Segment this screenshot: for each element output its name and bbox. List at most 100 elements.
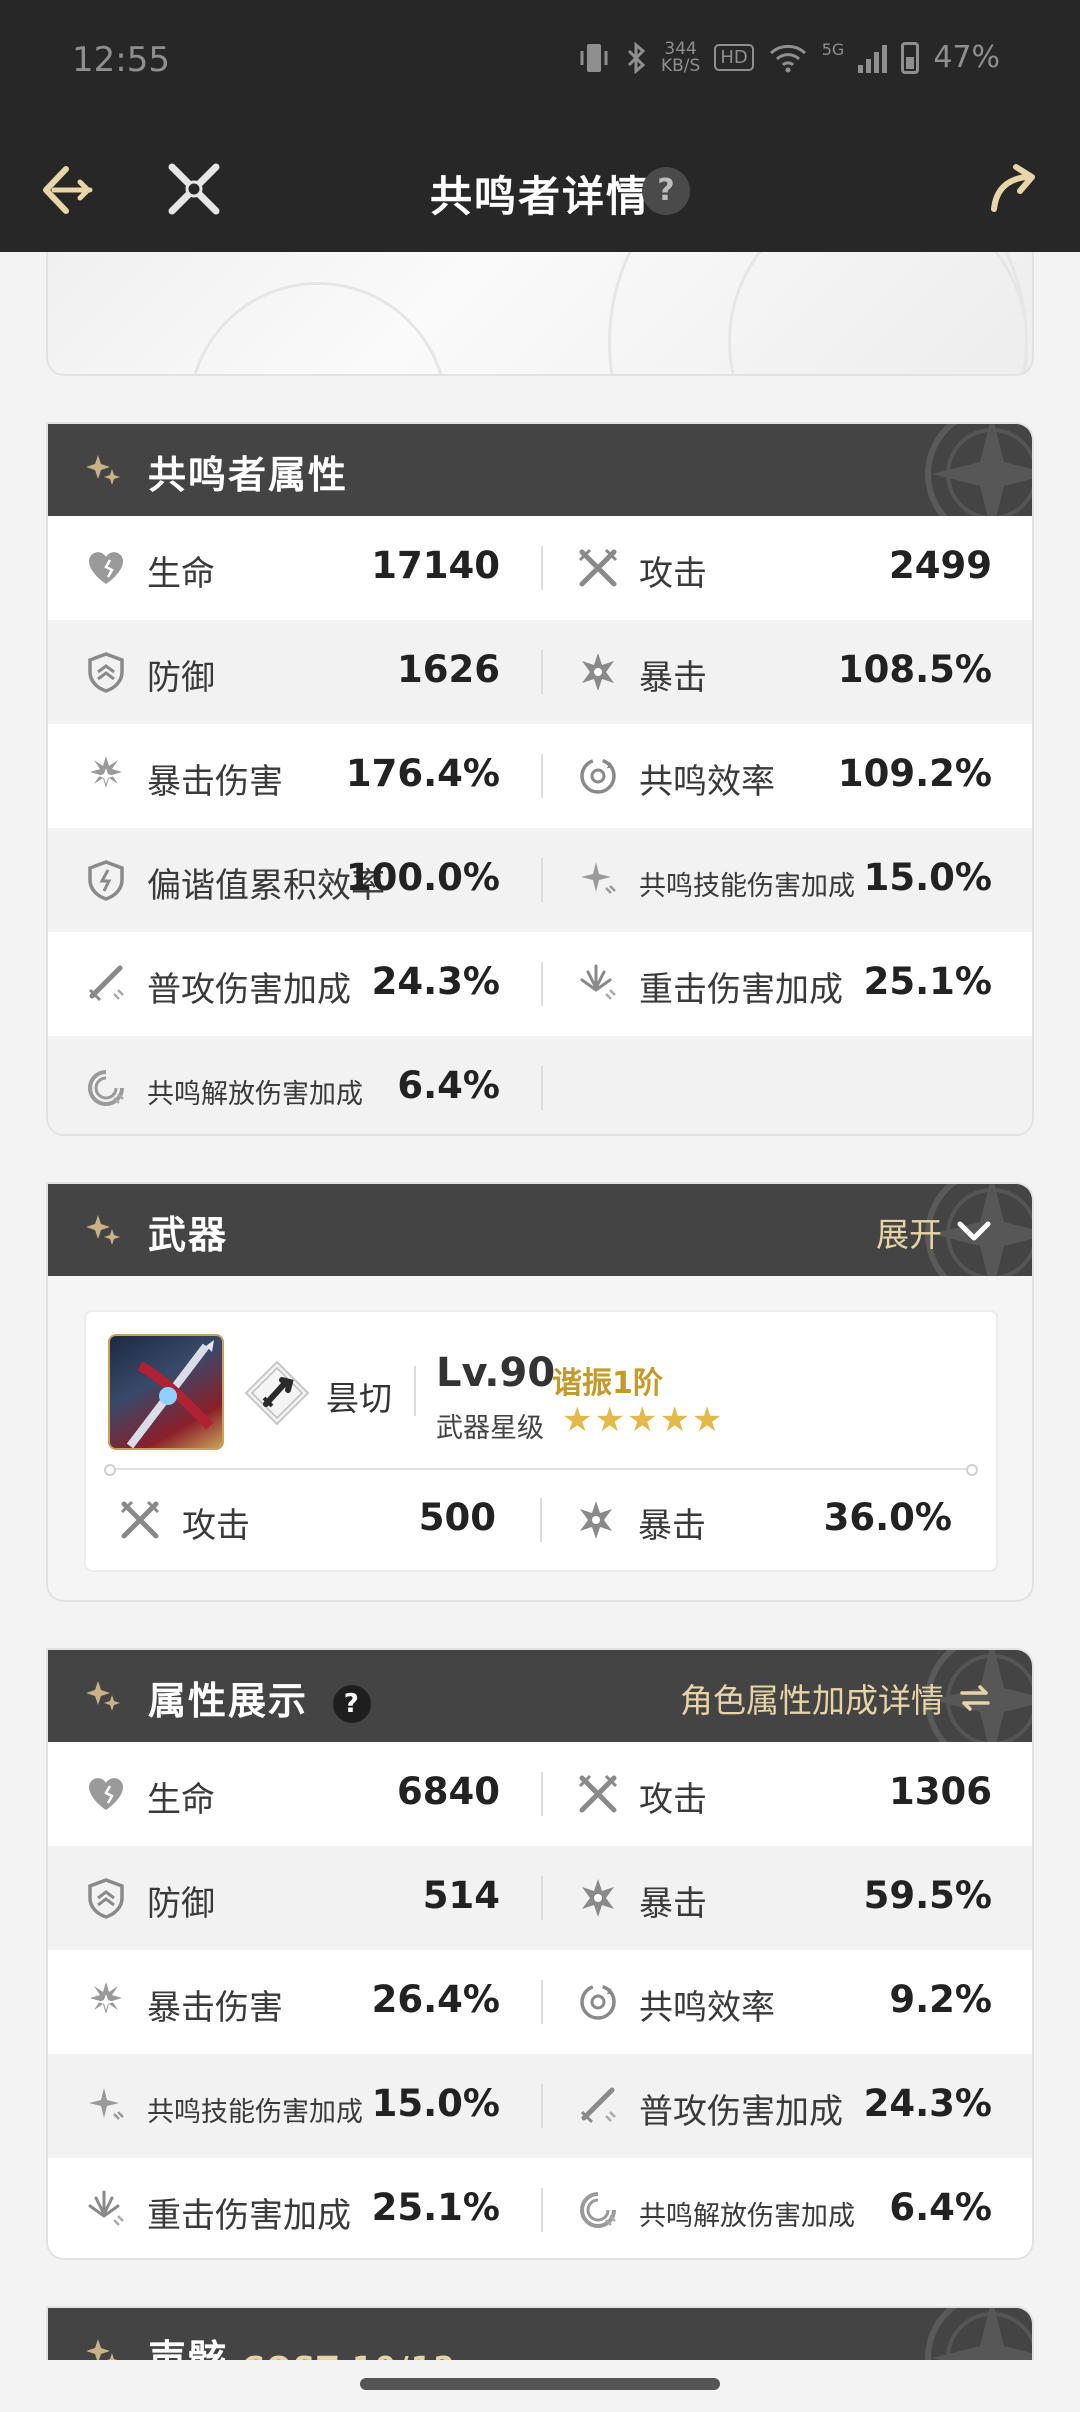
attribute-value: 6.4%	[889, 2186, 992, 2229]
attribute-cell: 生命 17140	[48, 516, 540, 620]
page-title: 共鸣者详情	[429, 172, 650, 221]
stat-label: 暴击	[638, 1506, 706, 1546]
weapon-rank: 谐振1阶	[552, 1366, 663, 1401]
attribute-value: 108.5%	[837, 648, 992, 691]
attribute-cell: 共鸣效率 109.2%	[540, 724, 1032, 828]
home-indicator[interactable]	[360, 2378, 720, 2390]
energy-regen-icon	[576, 754, 620, 798]
basic-attack-icon	[576, 2084, 620, 2128]
attribute-row: 偏谐值累积效率 100.0% 共鸣技能伤害加成 15.0%	[48, 828, 1032, 932]
help-button[interactable]: ?	[333, 1684, 372, 1723]
divider	[541, 1066, 543, 1110]
attribute-value: 1306	[889, 1770, 992, 1813]
resonator-attributes-section: 共鸣者属性 生命 17140 攻击 2499 防御 1626 暴击 108.5% 暴击伤害 176…	[46, 422, 1034, 1136]
attribute-cell: 共鸣效率 9.2%	[540, 1950, 1032, 2054]
sparkle-icon	[84, 1677, 124, 1717]
divider	[541, 962, 543, 1006]
attribute-cell: 共鸣解放伤害加成 6.4%	[540, 2158, 1032, 2258]
status-time: 12:55	[72, 40, 170, 80]
attribute-value: 2499	[889, 544, 992, 587]
divider	[541, 1980, 543, 2024]
stat-value: 36.0%	[823, 1496, 952, 1539]
expand-button[interactable]: 展开	[876, 1208, 992, 1256]
heart-icon	[84, 1772, 128, 1816]
attribute-value: 26.4%	[371, 1978, 500, 2021]
attribute-cell: 攻击 1306	[540, 1742, 1032, 1846]
attribute-cell	[540, 1036, 1032, 1134]
divider	[541, 1876, 543, 1920]
sparkle-icon	[84, 451, 124, 491]
attribute-row: 重击伤害加成 25.1% 共鸣解放伤害加成 6.4%	[48, 2158, 1032, 2258]
attribute-value: 15.0%	[863, 856, 992, 899]
weapon-stars: ★★★★★	[562, 1400, 725, 1440]
section-title: 武器	[148, 1213, 229, 1257]
attribute-value: 514	[422, 1874, 500, 1917]
attribute-cell: 防御 1626	[48, 620, 540, 724]
sword-type-icon	[244, 1360, 310, 1426]
sparkle-icon	[84, 1211, 124, 1251]
attribute-row: 生命 17140 攻击 2499	[48, 516, 1032, 620]
attribute-cell: 普攻伤害加成 24.3%	[540, 2054, 1032, 2158]
help-button[interactable]: ?	[642, 167, 690, 215]
attribute-row: 防御 514 暴击 59.5%	[48, 1846, 1032, 1950]
attribute-row: 共鸣技能伤害加成 15.0% 普攻伤害加成 24.3%	[48, 2054, 1032, 2158]
basic-attack-icon	[84, 962, 128, 1006]
attribute-cell: 暴击 108.5%	[540, 620, 1032, 724]
weapon-card[interactable]: 昙切 Lv.90 谐振1阶 武器星级 ★★★★★ 攻击 500 暴击 36.0%	[84, 1310, 998, 1572]
network-type: 5G	[821, 40, 845, 59]
attribute-label: 生命	[147, 1780, 215, 1820]
swap-arrows-icon	[960, 1685, 990, 1711]
stat-label: 攻击	[182, 1506, 250, 1546]
status-bar: 12:55 344 KB/S HD 5G 47%	[0, 0, 1080, 125]
attribute-row: 防御 1626 暴击 108.5%	[48, 620, 1032, 724]
attribute-value: 59.5%	[863, 1874, 992, 1917]
attribute-cell: 共鸣技能伤害加成 15.0%	[48, 2054, 540, 2158]
crit-damage-icon	[84, 1980, 128, 2024]
stat-value: 500	[418, 1496, 496, 1539]
emblem-decoration-icon	[922, 424, 1032, 516]
attribute-rows: 生命 6840 攻击 1306 防御 514 暴击 59.5% 暴击伤害 26.4% 共鸣效率 9.2…	[48, 1742, 1032, 2258]
attribute-value: 25.1%	[863, 960, 992, 1003]
attribute-rows: 生命 17140 攻击 2499 防御 1626 暴击 108.5% 暴击伤害 176.4% 共鸣效…	[48, 516, 1032, 1134]
heavy-attack-icon	[84, 2188, 128, 2232]
net-speed: 344 KB/S	[660, 38, 701, 76]
crit-icon	[574, 1498, 618, 1542]
weapon-level: Lv.90	[436, 1350, 556, 1396]
attribute-label: 共鸣解放伤害加成	[639, 2201, 855, 2232]
divider	[414, 1366, 416, 1416]
attribute-label: 生命	[147, 554, 215, 594]
attribute-cell: 暴击伤害 176.4%	[48, 724, 540, 828]
attribute-row: 普攻伤害加成 24.3% 重击伤害加成 25.1%	[48, 932, 1032, 1036]
attribute-label: 暴击伤害	[147, 1988, 283, 2028]
weapon-section: 武器 展开 昙切 Lv.90 谐振1阶 武器星级 ★★★★★ 攻击 500 暴击…	[46, 1182, 1034, 1602]
attribute-label: 共鸣效率	[639, 1988, 775, 2028]
crit-icon	[576, 650, 620, 694]
signal-icon	[858, 43, 888, 73]
link-label: 角色属性加成详情	[680, 1681, 944, 1720]
attribute-label: 暴击伤害	[147, 762, 283, 802]
attribute-value: 6840	[397, 1770, 500, 1813]
attribute-cell: 普攻伤害加成 24.3%	[48, 932, 540, 1036]
attribute-value: 1626	[397, 648, 500, 691]
attribute-cell: 暴击伤害 26.4%	[48, 1950, 540, 2054]
attribute-cell: 共鸣技能伤害加成 15.0%	[540, 828, 1032, 932]
attribute-label: 共鸣解放伤害加成	[147, 1079, 363, 1110]
attribute-value: 100.0%	[345, 856, 500, 899]
section-header: 共鸣者属性	[48, 424, 1032, 516]
attribute-row: 暴击伤害 176.4% 共鸣效率 109.2%	[48, 724, 1032, 828]
attribute-value: 24.3%	[371, 960, 500, 1003]
attribute-label: 暴击	[639, 658, 707, 698]
section-title: 属性展示 ?	[148, 1670, 372, 1725]
share-arrow-icon	[991, 164, 1035, 212]
battery-level: 47%	[933, 40, 1000, 75]
divider	[541, 1772, 543, 1816]
attribute-bonus-details-link[interactable]: 角色属性加成详情	[680, 1674, 992, 1722]
expand-label: 展开	[876, 1215, 942, 1254]
shield-icon	[84, 650, 128, 694]
share-button[interactable]	[986, 161, 1040, 219]
swords-icon	[576, 546, 620, 590]
section-header: 属性展示 ? 角色属性加成详情	[48, 1650, 1032, 1742]
off-tune-icon	[84, 858, 128, 902]
attribute-value: 15.0%	[371, 2082, 500, 2125]
heavy-attack-icon	[576, 962, 620, 1006]
